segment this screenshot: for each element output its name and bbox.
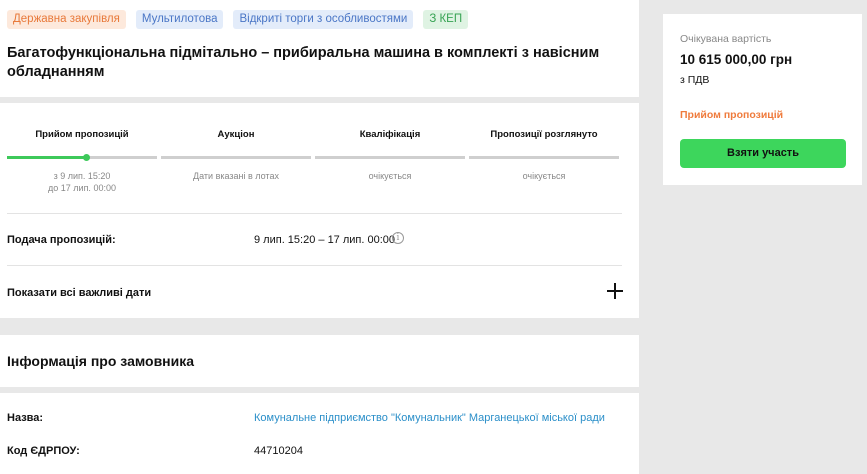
stage-progress-bar	[315, 156, 465, 159]
customer-section-header: Інформація про замовника	[0, 335, 639, 387]
stage-date: Дати вказані в лотах	[193, 171, 279, 181]
customer-code-value: 44710204	[254, 445, 303, 457]
timeline-card: Прийом пропозицій з 9 лип. 15:20 до 17 л…	[0, 103, 639, 318]
tag-signature: З КЕП	[423, 10, 469, 29]
stage-timeline: Прийом пропозицій з 9 лип. 15:20 до 17 л…	[7, 129, 619, 194]
stage-reviewed: Пропозиції розглянуто очікується	[469, 129, 619, 194]
divider	[7, 213, 622, 214]
stage-date: очікується	[368, 171, 412, 181]
stage-auction: Аукціон Дати вказані в лотах	[161, 129, 311, 194]
stage-label: Прийом пропозицій	[35, 129, 129, 140]
stage-offers: Прийом пропозицій з 9 лип. 15:20 до 17 л…	[7, 129, 157, 194]
stage-current-dot	[83, 154, 90, 161]
divider	[7, 265, 622, 266]
submission-period: 9 лип. 15:20 – 17 лип. 00:00	[254, 234, 396, 246]
stage-date-to: до 17 лип. 00:00	[48, 183, 116, 193]
stage-label: Аукціон	[217, 129, 255, 140]
stage-progress-bar	[7, 154, 157, 161]
participate-button[interactable]: Взяти участь	[680, 139, 846, 168]
stage-date: очікується	[522, 171, 566, 181]
tag-procurement-type: Державна закупівля	[7, 10, 126, 29]
stage-date: з 9 лип. 15:20 до 17 лип. 00:00	[7, 170, 157, 194]
show-dates-label[interactable]: Показати всі важливі дати	[7, 287, 151, 299]
tag-multilot: Мультилотова	[135, 10, 224, 29]
customer-code-label: Код ЄДРПОУ:	[7, 445, 80, 457]
stage-date-from: з 9 лип. 15:20	[53, 171, 111, 181]
price-summary-card: Очікувана вартість 10 615 000,00 грн з П…	[663, 14, 862, 185]
expected-price-value: 10 615 000,00 грн	[680, 52, 793, 67]
info-icon[interactable]: i	[392, 232, 404, 244]
tender-status: Прийом пропозицій	[680, 109, 784, 121]
stage-label: Пропозиції розглянуто	[490, 129, 598, 140]
stage-progress-fill	[7, 156, 87, 159]
tender-tags: Державна закупівля Мультилотова Відкриті…	[7, 10, 469, 29]
customer-name-label: Назва:	[7, 412, 44, 424]
vat-note: з ПДВ	[680, 74, 710, 86]
customer-info-card: Назва: Комунальне підприємство "Комуналь…	[0, 393, 639, 474]
stage-qualification: Кваліфікація очікується	[315, 129, 465, 194]
stage-progress-bar	[469, 156, 619, 159]
tender-title: Багатофункціональна підмітально – прибир…	[7, 45, 600, 80]
stage-label: Кваліфікація	[359, 129, 421, 140]
expected-price-label: Очікувана вартість	[680, 33, 772, 45]
stage-progress-bar	[161, 156, 311, 159]
plus-icon[interactable]	[606, 282, 624, 300]
customer-name-link[interactable]: Комунальне підприємство "Комунальник" Ма…	[254, 412, 605, 424]
submission-label: Подача пропозицій:	[7, 234, 116, 246]
tag-procedure: Відкриті торги з особливостями	[233, 10, 414, 29]
customer-section-title: Інформація про замовника	[7, 353, 195, 369]
tender-header-card: Державна закупівля Мультилотова Відкриті…	[0, 0, 639, 97]
